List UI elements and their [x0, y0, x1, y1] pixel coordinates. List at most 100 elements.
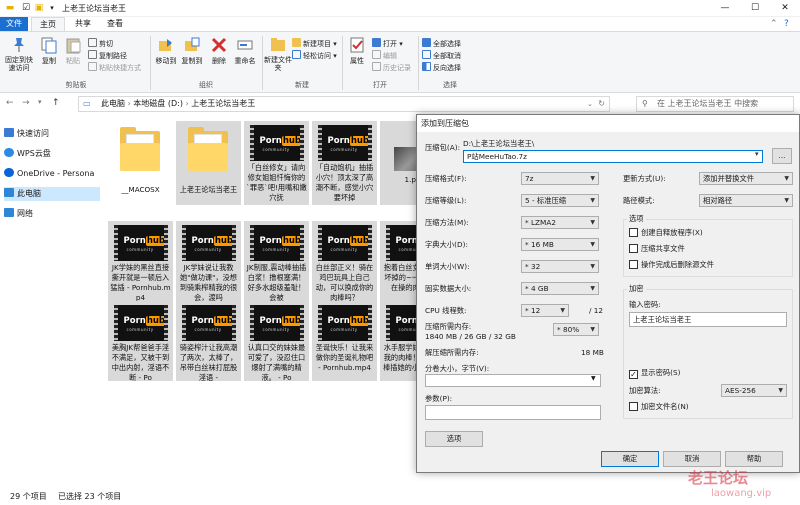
archive-name-input[interactable]: P站MeeHuTao.7z: [463, 150, 763, 163]
dictionary-select[interactable]: * 16 MB ▼: [521, 238, 599, 251]
forward-arrow-icon[interactable]: →: [22, 98, 30, 108]
help-icon[interactable]: ?: [784, 19, 789, 29]
edit-button[interactable]: 编辑: [372, 50, 397, 61]
collapse-ribbon-icon[interactable]: ⌃: [770, 19, 778, 29]
maximize-button[interactable]: ☐: [740, 0, 770, 17]
copy-path-icon: [88, 50, 97, 59]
format-select[interactable]: 7z ▼: [521, 172, 599, 185]
cpu-threads-select[interactable]: * 12 ▼: [521, 304, 569, 317]
path-mode-select[interactable]: 相对路径 ▼: [699, 194, 793, 207]
nav-item-network[interactable]: 网络: [4, 207, 33, 221]
nav-item-quick-access[interactable]: 快速访问: [4, 127, 49, 141]
split-volume-input[interactable]: [425, 374, 601, 387]
select-none-button[interactable]: 全部取消: [422, 50, 461, 61]
move-to-button[interactable]: 移动到: [154, 36, 178, 66]
tab-share[interactable]: 共享: [68, 17, 98, 31]
nav-item-wps-cloud[interactable]: WPS云盘: [4, 147, 51, 161]
create-sfx-checkbox[interactable]: 创建自释放程序(X): [629, 228, 703, 238]
video-file-item[interactable]: Pornhub community 白丝部正义！骑在鸡巴玩具上自己动，可以换成你的…: [312, 221, 377, 302]
refresh-icon[interactable]: ↻: [598, 97, 605, 111]
history-button[interactable]: 历史记录: [372, 62, 411, 73]
close-button[interactable]: ✕: [770, 0, 800, 17]
address-bar[interactable]: ▭ 此电脑 › 本地磁盘 (D:) › 上老王论坛当老王 ⌄ ↻: [78, 96, 610, 112]
video-file-item[interactable]: Pornhub community 美胸JK帮爸爸手淫不满足，又被干到中出内射，淫…: [108, 301, 173, 382]
pin-quick-access-button[interactable]: 固定到快速访问: [4, 36, 34, 72]
video-file-item[interactable]: Pornhub community 「自动炮机」抽插小穴！顶太深了高潮不断，感觉小…: [312, 121, 377, 205]
nav-item-this-pc[interactable]: 此电脑: [4, 187, 100, 201]
encrypt-names-checkbox[interactable]: 加密文件名(N): [629, 402, 689, 412]
tab-home[interactable]: 主页: [31, 17, 65, 31]
word-size-select[interactable]: * 32 ▼: [521, 260, 599, 273]
video-file-item[interactable]: Pornhub community JK学妹的黑丝直接撕开就是一顿后入猛插 - P…: [108, 221, 173, 302]
paste-button[interactable]: 粘贴: [62, 36, 84, 66]
new-item-button[interactable]: 新建项目 ▾: [292, 38, 337, 49]
video-file-item[interactable]: Pornhub community JK制服,震动棒抽插白浆！撸根塞满！好多水超级…: [244, 221, 309, 302]
cut-button[interactable]: 剪切: [88, 38, 113, 49]
cpu-threads-label: CPU 线程数:: [425, 306, 467, 315]
checkbox-icon: [629, 244, 638, 253]
copy-to-button[interactable]: 复制到: [180, 36, 204, 66]
minimize-button[interactable]: —: [710, 0, 740, 17]
solid-size-select[interactable]: * 4 GB ▼: [521, 282, 599, 295]
browse-button[interactable]: ...: [772, 148, 792, 164]
move-to-icon: [159, 39, 172, 51]
properties-button[interactable]: 属性: [346, 36, 368, 66]
video-file-item[interactable]: Pornhub community 「白丝修女」请向修女姐姐忏悔你的`罪恶`吧!用…: [244, 121, 309, 205]
copy-button[interactable]: 复制: [38, 36, 60, 66]
copy-icon: [41, 37, 57, 54]
options-button[interactable]: 选项: [425, 431, 483, 447]
decompress-memory-label: 解压缩所需内存:: [425, 348, 479, 357]
easy-access-button[interactable]: 轻松访问 ▾: [292, 50, 337, 61]
ok-button[interactable]: 确定: [601, 451, 659, 467]
paste-shortcut-button[interactable]: 粘贴快捷方式: [88, 62, 141, 73]
breadcrumb-this-pc[interactable]: 此电脑: [101, 99, 125, 108]
chevron-down-icon: ▼: [590, 263, 595, 270]
recent-dropdown-icon[interactable]: ▾: [38, 98, 42, 106]
show-password-checkbox[interactable]: ✓ 显示密码(S): [629, 368, 681, 379]
archive-dropdown-icon[interactable]: ▾: [755, 150, 759, 158]
up-arrow-icon[interactable]: ↑: [52, 98, 60, 108]
search-input[interactable]: ⚲ 在 上老王论坛当老王 中搜索: [636, 96, 794, 112]
chevron-down-icon[interactable]: ▼: [591, 375, 596, 382]
parameters-input[interactable]: [425, 405, 601, 420]
select-all-button[interactable]: 全部选择: [422, 38, 461, 49]
help-button[interactable]: 帮助: [725, 451, 783, 467]
breadcrumb-drive[interactable]: 本地磁盘 (D:): [133, 99, 183, 108]
memory-percent-select[interactable]: * 80% ▼: [553, 323, 599, 336]
tab-view[interactable]: 查看: [100, 17, 130, 31]
folder-item[interactable]: __MACOSX: [108, 121, 173, 205]
edit-icon: [372, 50, 381, 59]
compress-shared-checkbox[interactable]: 压缩共享文件: [629, 244, 685, 254]
new-folder-button[interactable]: 新建文件夹: [264, 36, 292, 72]
delete-button[interactable]: 删除: [208, 36, 230, 66]
chevron-down-icon: ▼: [590, 197, 595, 204]
video-file-item[interactable]: Pornhub community 骑姿榨汁让我高潮了两次，太棒了，吊带白丝袜打屁…: [176, 301, 241, 382]
video-file-item[interactable]: Pornhub community JK学妹说让我教她"做功课"，没想到骑乘榨精我…: [176, 221, 241, 302]
invert-selection-button[interactable]: 反向选择: [422, 62, 461, 73]
invert-selection-icon: [422, 62, 431, 71]
new-folder-quick-icon[interactable]: ▣: [33, 2, 45, 14]
nav-item-onedrive[interactable]: OneDrive - Persona: [4, 167, 94, 181]
cancel-button[interactable]: 取消: [663, 451, 721, 467]
method-select[interactable]: * LZMA2 ▼: [521, 216, 599, 229]
password-input[interactable]: 上老王论坛当老王: [629, 312, 787, 327]
copy-path-button[interactable]: 复制路径: [88, 50, 127, 61]
breadcrumb-folder[interactable]: 上老王论坛当老王: [191, 99, 255, 108]
pin-icon: [14, 38, 24, 52]
video-file-item[interactable]: Pornhub community 圣诞快乐！让我来做你的圣诞礼物吧 - Porn…: [312, 301, 377, 381]
quick-access-dropdown-icon[interactable]: ▾: [46, 2, 58, 14]
checkbox-icon: [629, 260, 638, 269]
chevron-down-icon: ▼: [560, 307, 565, 314]
video-file-item[interactable]: Pornhub community 认真口交的妹妹最可爱了，没忍住口爆射了满嘴的精…: [244, 301, 309, 382]
encryption-method-select[interactable]: AES-256 ▼: [721, 384, 787, 397]
tab-file[interactable]: 文件: [0, 17, 28, 31]
folder-item[interactable]: 上老王论坛当老王: [176, 121, 241, 205]
delete-after-checkbox[interactable]: 操作完成后删除源文件: [629, 260, 714, 270]
update-mode-select[interactable]: 添加并替换文件 ▼: [699, 172, 793, 185]
open-button[interactable]: 打开 ▾: [372, 38, 403, 49]
back-arrow-icon[interactable]: ←: [6, 98, 14, 108]
rename-button[interactable]: 重命名: [232, 36, 258, 66]
address-dropdown-icon[interactable]: ⌄: [587, 97, 593, 111]
properties-quick-icon[interactable]: ☑: [20, 2, 32, 14]
level-select[interactable]: 5 - 标准压缩 ▼: [521, 194, 599, 207]
